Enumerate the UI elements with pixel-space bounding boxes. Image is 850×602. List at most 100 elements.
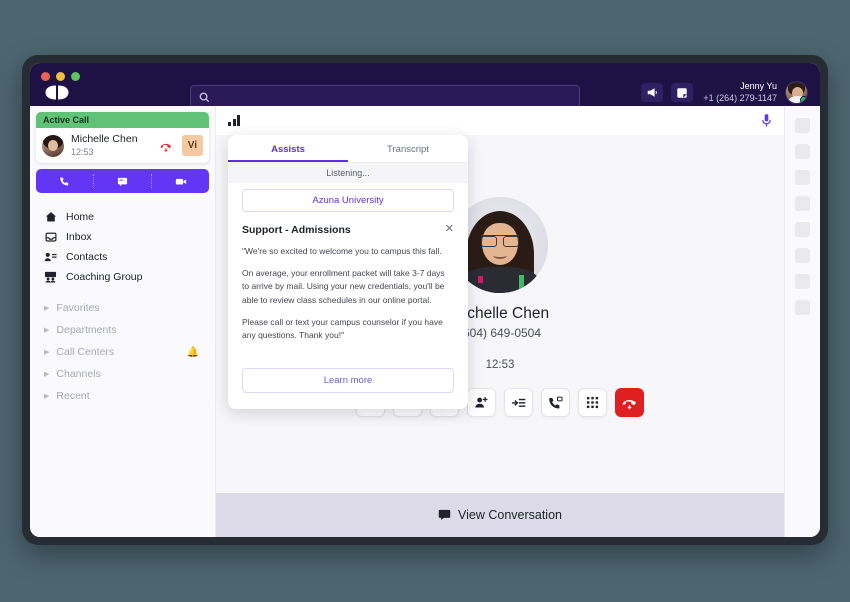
sidebar-section-label: Call Centers: [56, 346, 115, 359]
chevron-right-icon: ▶: [44, 349, 50, 357]
listening-status: Listening...: [228, 162, 468, 183]
assists-paragraph: "We're so excited to welcome you to camp…: [242, 246, 442, 256]
assists-paragraph: On average, your enrollment packet will …: [242, 268, 445, 305]
chevron-right-icon: ▶: [44, 393, 50, 401]
close-window-button[interactable]: [41, 72, 50, 81]
message-icon[interactable]: [94, 174, 152, 189]
signal-bars-icon: [228, 115, 240, 126]
home-icon: [44, 211, 57, 223]
active-call-info: Michelle Chen 12:53: [71, 133, 152, 158]
rail-placeholder[interactable]: [795, 118, 810, 133]
add-participant-button[interactable]: [467, 388, 496, 417]
user-name: Jenny Yu: [740, 81, 777, 92]
view-conversation-bar[interactable]: View Conversation: [216, 493, 784, 537]
phone-icon[interactable]: [36, 174, 94, 189]
avatar[interactable]: [785, 81, 808, 104]
end-call-button[interactable]: [615, 388, 644, 417]
tab-assists[interactable]: Assists: [228, 135, 348, 162]
microphone-icon[interactable]: [761, 113, 772, 128]
rail-placeholder[interactable]: [795, 248, 810, 263]
active-call-badge[interactable]: Vi: [181, 135, 203, 157]
dialpad-logo[interactable]: [44, 84, 70, 101]
right-rail: [784, 106, 820, 537]
conversation-icon: [438, 509, 451, 521]
active-call-card[interactable]: Active Call Michelle Chen 12:53 Vi: [36, 112, 209, 164]
rail-placeholder[interactable]: [795, 170, 810, 185]
presence-status-dot: [800, 96, 807, 103]
chevron-right-icon: ▶: [44, 305, 50, 313]
assists-card-header: Support - Admissions ✕: [242, 224, 454, 237]
maximize-window-button[interactable]: [71, 72, 80, 81]
call-stage-toolbar: [216, 106, 784, 135]
sidebar-item-home[interactable]: Home: [36, 207, 209, 227]
notes-icon[interactable]: [671, 83, 694, 102]
active-call-row[interactable]: Michelle Chen 12:53 Vi: [36, 128, 209, 163]
sidebar-section-call-centers[interactable]: ▶ Call Centers 🔔: [36, 341, 209, 363]
view-conversation-label: View Conversation: [458, 508, 562, 522]
megaphone-icon[interactable]: [641, 83, 664, 102]
assists-card-title: Support - Admissions: [242, 224, 351, 236]
assists-tabs: Assists Transcript: [228, 135, 468, 162]
rail-placeholder[interactable]: [795, 144, 810, 159]
bell-off-icon: 🔔: [186, 346, 199, 358]
sidebar-section-favorites[interactable]: ▶ Favorites: [36, 297, 209, 319]
sidebar-nav: Home Inbox Contacts Coaching Group: [36, 207, 209, 287]
sidebar-section-label: Channels: [56, 368, 101, 381]
sidebar-item-label: Coaching Group: [66, 271, 143, 284]
hangup-icon[interactable]: [159, 140, 173, 152]
sidebar-item-label: Inbox: [66, 231, 92, 244]
inbox-icon: [44, 231, 57, 243]
transfer-button[interactable]: [504, 388, 533, 417]
close-icon[interactable]: ✕: [445, 224, 454, 235]
sidebar-item-contacts[interactable]: Contacts: [36, 247, 209, 267]
assists-panel: Assists Transcript Listening... Azuna Un…: [228, 135, 468, 410]
sidebar-section-label: Favorites: [56, 302, 100, 315]
laptop-device-frame: Jenny Yu +1 (264) 279-1147 Active Call M…: [22, 55, 828, 545]
coaching-group-icon: [44, 271, 57, 283]
active-call-duration: 12:53: [71, 146, 94, 157]
assists-card: Support - Admissions ✕ "We're so excited…: [228, 212, 468, 409]
rail-placeholder[interactable]: [795, 196, 810, 211]
minimize-window-button[interactable]: [56, 72, 65, 81]
app-header: Jenny Yu +1 (264) 279-1147: [30, 63, 820, 110]
left-sidebar: Active Call Michelle Chen 12:53 Vi Home …: [30, 106, 216, 537]
call-flip-button[interactable]: [541, 388, 570, 417]
sidebar-item-inbox[interactable]: Inbox: [36, 227, 209, 247]
contacts-icon: [44, 251, 57, 263]
search-icon: [199, 92, 210, 103]
rail-placeholder[interactable]: [795, 222, 810, 237]
sidebar-section-channels[interactable]: ▶ Channels: [36, 363, 209, 385]
user-phone: +1 (264) 279-1147: [703, 92, 777, 103]
keypad-button[interactable]: [578, 388, 607, 417]
sidebar-item-label: Contacts: [66, 251, 108, 264]
video-icon[interactable]: [152, 174, 209, 188]
search-input[interactable]: [216, 91, 556, 104]
tab-transcript[interactable]: Transcript: [348, 135, 468, 162]
sidebar-section-label: Departments: [56, 324, 117, 337]
sidebar-section-label: Recent: [56, 390, 90, 403]
chevron-right-icon: ▶: [44, 327, 50, 335]
sidebar-section-departments[interactable]: ▶ Departments: [36, 319, 209, 341]
assists-account-chip[interactable]: Azuna University: [242, 189, 454, 212]
sidebar-item-coaching-group[interactable]: Coaching Group: [36, 267, 209, 287]
active-call-header: Active Call: [36, 112, 209, 128]
assists-paragraph: Please call or text your campus counselo…: [242, 316, 443, 340]
rail-placeholder[interactable]: [795, 300, 810, 315]
window-traffic-lights[interactable]: [41, 72, 80, 81]
rail-placeholder[interactable]: [795, 274, 810, 289]
chevron-right-icon: ▶: [44, 371, 50, 379]
user-identity[interactable]: Jenny Yu +1 (264) 279-1147: [703, 81, 777, 104]
active-call-contact-name: Michelle Chen: [71, 133, 138, 145]
contact-phone: (604) 649-0504: [458, 326, 542, 340]
sidebar-item-label: Home: [66, 211, 95, 224]
learn-more-button[interactable]: Learn more: [242, 368, 454, 394]
app-body: Active Call Michelle Chen 12:53 Vi Home …: [30, 106, 820, 537]
call-timer: 12:53: [485, 359, 515, 371]
active-call-avatar: [42, 134, 64, 157]
header-right-cluster: Jenny Yu +1 (264) 279-1147: [641, 81, 808, 104]
quick-action-bar: [36, 169, 209, 194]
app-window: Jenny Yu +1 (264) 279-1147 Active Call M…: [30, 63, 820, 537]
sidebar-sections: ▶ Favorites ▶ Departments ▶ Call Centers…: [36, 297, 209, 407]
call-stage: Michelle Chen (604) 649-0504 12:53 REC: [216, 106, 784, 537]
sidebar-section-recent[interactable]: ▶ Recent: [36, 385, 209, 407]
